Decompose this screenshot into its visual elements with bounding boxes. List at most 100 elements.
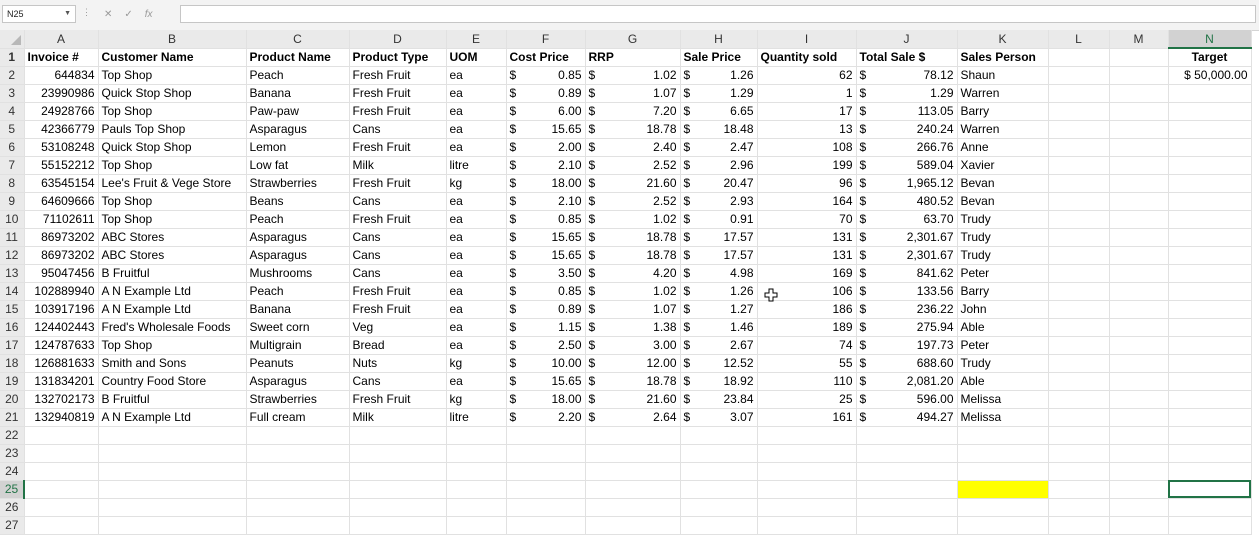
cell[interactable] <box>1048 102 1110 121</box>
cell[interactable] <box>1048 84 1110 103</box>
cell-total-sale[interactable]: $589.04 <box>856 156 958 175</box>
cell[interactable] <box>585 462 681 481</box>
cell-customer-name[interactable]: B Fruitful <box>98 264 247 283</box>
cell-customer-name[interactable]: ABC Stores <box>98 228 247 247</box>
cell-quantity-sold[interactable]: 70 <box>757 210 857 229</box>
cell-uom[interactable]: ea <box>446 66 507 85</box>
cell[interactable] <box>1109 48 1169 67</box>
cell[interactable] <box>1109 516 1169 535</box>
row-number[interactable]: 8 <box>0 174 25 193</box>
cell-customer-name[interactable]: Top Shop <box>98 156 247 175</box>
header-quantity-sold[interactable]: Quantity sold <box>757 48 857 67</box>
cell[interactable] <box>1109 390 1169 409</box>
cell-sale-price[interactable]: $1.46 <box>680 318 758 337</box>
cell-total-sale[interactable]: $688.60 <box>856 354 958 373</box>
cell-sale-price[interactable]: $3.07 <box>680 408 758 427</box>
cell-rrp[interactable]: $2.64 <box>585 408 681 427</box>
cell[interactable] <box>757 498 857 517</box>
column-header-n[interactable]: N <box>1168 30 1252 49</box>
cell-invoice[interactable]: 132702173 <box>24 390 99 409</box>
cell[interactable] <box>957 444 1049 463</box>
cell[interactable] <box>24 462 99 481</box>
cell[interactable] <box>1048 300 1110 319</box>
cell[interactable] <box>506 444 586 463</box>
cell-customer-name[interactable]: B Fruitful <box>98 390 247 409</box>
cell[interactable] <box>349 480 447 499</box>
cell-customer-name[interactable]: Top Shop <box>98 210 247 229</box>
row-number[interactable]: 16 <box>0 318 25 337</box>
cell-product-type[interactable]: Fresh Fruit <box>349 174 447 193</box>
cell[interactable] <box>1109 498 1169 517</box>
cell-product-name[interactable]: Peach <box>246 282 350 301</box>
cell[interactable] <box>24 444 99 463</box>
cell-rrp[interactable]: $1.02 <box>585 282 681 301</box>
cell[interactable] <box>1109 174 1169 193</box>
column-header-m[interactable]: M <box>1109 30 1169 49</box>
cell-customer-name[interactable]: Quick Stop Shop <box>98 138 247 157</box>
row-number[interactable]: 10 <box>0 210 25 229</box>
cell-cost-price[interactable]: $10.00 <box>506 354 586 373</box>
cell-cost-price[interactable]: $2.10 <box>506 192 586 211</box>
cell-sale-price[interactable]: $1.26 <box>680 282 758 301</box>
cell[interactable] <box>1168 84 1252 103</box>
cell[interactable] <box>349 426 447 445</box>
cell[interactable] <box>1048 120 1110 139</box>
cell[interactable] <box>680 462 758 481</box>
cell-product-type[interactable]: Fresh Fruit <box>349 282 447 301</box>
cell[interactable] <box>1048 210 1110 229</box>
cell[interactable] <box>506 462 586 481</box>
cell-invoice[interactable]: 55152212 <box>24 156 99 175</box>
column-header-e[interactable]: E <box>446 30 507 49</box>
row-number[interactable]: 13 <box>0 264 25 283</box>
active-cell[interactable] <box>1168 480 1252 499</box>
cell[interactable] <box>1109 444 1169 463</box>
cell[interactable] <box>1168 246 1252 265</box>
header-product-type[interactable]: Product Type <box>349 48 447 67</box>
cell-uom[interactable]: ea <box>446 138 507 157</box>
cell[interactable] <box>98 480 247 499</box>
cell-invoice[interactable]: 64609666 <box>24 192 99 211</box>
cell-invoice[interactable]: 124402443 <box>24 318 99 337</box>
cell[interactable] <box>1048 264 1110 283</box>
cell-rrp[interactable]: $2.40 <box>585 138 681 157</box>
cell-product-name[interactable]: Banana <box>246 84 350 103</box>
cell-cost-price[interactable]: $2.00 <box>506 138 586 157</box>
cell-uom[interactable]: ea <box>446 210 507 229</box>
cell-cost-price[interactable]: $2.10 <box>506 156 586 175</box>
cell-product-type[interactable]: Milk <box>349 408 447 427</box>
cell-product-type[interactable]: Nuts <box>349 354 447 373</box>
cell-sales-person[interactable]: Bevan <box>957 192 1049 211</box>
cell-uom[interactable]: ea <box>446 120 507 139</box>
cell-product-name[interactable]: Lemon <box>246 138 350 157</box>
cell-product-type[interactable]: Cans <box>349 264 447 283</box>
cell-sale-price[interactable]: $2.47 <box>680 138 758 157</box>
header-invoice[interactable]: Invoice # <box>24 48 99 67</box>
cell-sales-person[interactable]: Peter <box>957 336 1049 355</box>
cell-total-sale[interactable]: $266.76 <box>856 138 958 157</box>
cell-uom[interactable]: ea <box>446 264 507 283</box>
cell[interactable] <box>98 462 247 481</box>
cell-rrp[interactable]: $18.78 <box>585 120 681 139</box>
cell-cost-price[interactable]: $2.20 <box>506 408 586 427</box>
cell[interactable] <box>1168 264 1252 283</box>
cell-invoice[interactable]: 131834201 <box>24 372 99 391</box>
cell-rrp[interactable]: $18.78 <box>585 246 681 265</box>
cell[interactable] <box>757 426 857 445</box>
cell-rrp[interactable]: $2.52 <box>585 192 681 211</box>
cell-quantity-sold[interactable]: 25 <box>757 390 857 409</box>
header-product-name[interactable]: Product Name <box>246 48 350 67</box>
cell-customer-name[interactable]: A N Example Ltd <box>98 408 247 427</box>
cell[interactable] <box>1048 516 1110 535</box>
cell[interactable] <box>1048 426 1110 445</box>
cell-customer-name[interactable]: Top Shop <box>98 102 247 121</box>
cell[interactable] <box>680 516 758 535</box>
cell[interactable] <box>757 444 857 463</box>
cell-quantity-sold[interactable]: 186 <box>757 300 857 319</box>
cell-cost-price[interactable]: $18.00 <box>506 390 586 409</box>
cell[interactable] <box>1168 336 1252 355</box>
cell-invoice[interactable]: 126881633 <box>24 354 99 373</box>
cell-customer-name[interactable]: Smith and Sons <box>98 354 247 373</box>
cell-quantity-sold[interactable]: 55 <box>757 354 857 373</box>
row-number[interactable]: 4 <box>0 102 25 121</box>
cell[interactable] <box>1048 372 1110 391</box>
